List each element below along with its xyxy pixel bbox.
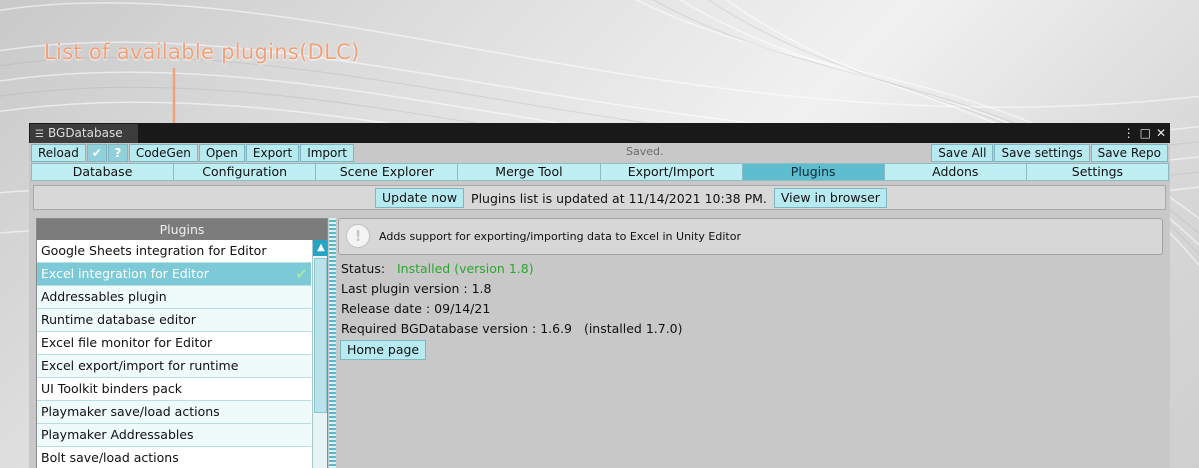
plugin-name: Excel integration for Editor xyxy=(41,266,209,281)
tab-merge-tool[interactable]: Merge Tool xyxy=(457,163,601,181)
plugin-description: Adds support for exporting/importing dat… xyxy=(379,230,741,243)
plugins-scrollbar[interactable]: ▲ xyxy=(312,240,327,468)
annotation-label: List of available plugins(DLC) xyxy=(44,40,360,64)
info-icon: ! xyxy=(346,224,370,248)
tab-plugins[interactable]: Plugins xyxy=(741,163,885,181)
menu-icon[interactable]: ⋮ xyxy=(1123,126,1135,140)
scrollbar-thumb[interactable] xyxy=(314,258,327,413)
plugin-details: ! Adds support for exporting/importing d… xyxy=(336,216,1166,468)
required-version: Required BGDatabase version : 1.6.9 xyxy=(341,321,573,336)
list-item[interactable]: Bolt save/load actions xyxy=(37,447,311,468)
list-item-selected[interactable]: Excel integration for Editor ✔ xyxy=(37,263,311,286)
list-item[interactable]: Excel file monitor for Editor xyxy=(37,332,311,355)
last-plugin-version: Last plugin version : 1.8 xyxy=(341,281,492,296)
plugins-list: Plugins Google Sheets integration for Ed… xyxy=(36,218,328,468)
scroll-up-icon[interactable]: ▲ xyxy=(313,240,327,256)
list-item[interactable]: Excel export/import for runtime xyxy=(37,355,311,378)
tab-settings[interactable]: Settings xyxy=(1025,163,1169,181)
export-button[interactable]: Export xyxy=(245,144,300,162)
required-version-line: Required BGDatabase version : 1.6.9 (ins… xyxy=(341,321,683,336)
main-tabs: Database Configuration Scene Explorer Me… xyxy=(31,163,1169,181)
save-repo-button[interactable]: Save Repo xyxy=(1090,144,1168,162)
list-item[interactable]: Playmaker save/load actions xyxy=(37,401,311,424)
title-bar: ☰ BGDatabase ⋮ □ ✕ xyxy=(29,123,1170,143)
list-item[interactable]: Addressables plugin xyxy=(37,286,311,309)
plugin-name: Excel export/import for runtime xyxy=(41,358,239,373)
maximize-icon[interactable]: □ xyxy=(1140,126,1151,140)
window-tab-title: BGDatabase xyxy=(48,126,123,140)
plugin-name: Addressables plugin xyxy=(41,289,167,304)
plugin-name: Excel file monitor for Editor xyxy=(41,335,213,350)
list-item[interactable]: Runtime database editor xyxy=(37,309,311,332)
codegen-button[interactable]: CodeGen xyxy=(128,144,198,162)
open-button[interactable]: Open xyxy=(198,144,245,162)
plugin-description-box: ! Adds support for exporting/importing d… xyxy=(338,218,1163,255)
plugins-list-header: Plugins xyxy=(37,219,327,240)
bgdatabase-window: ☰ BGDatabase ⋮ □ ✕ Reload ✔ ? CodeGen Ope… xyxy=(29,123,1170,468)
save-all-button[interactable]: Save All xyxy=(931,144,994,162)
status-label: Status: xyxy=(341,261,386,276)
home-page-button[interactable]: Home page xyxy=(340,340,427,360)
plugin-name: Playmaker Addressables xyxy=(41,427,194,442)
tab-configuration[interactable]: Configuration xyxy=(173,163,317,181)
tab-addons[interactable]: Addons xyxy=(883,163,1027,181)
plugin-name: Google Sheets integration for Editor xyxy=(41,243,267,258)
tab-database[interactable]: Database xyxy=(31,163,175,181)
plugin-name: Bolt save/load actions xyxy=(41,450,179,465)
panel-splitter[interactable] xyxy=(329,218,336,468)
checkmark-icon[interactable]: ✔ xyxy=(86,144,107,162)
release-date: Release date : 09/14/21 xyxy=(341,301,491,316)
status-value: Installed (version 1.8) xyxy=(396,261,534,276)
reload-button[interactable]: Reload xyxy=(31,144,86,162)
list-item[interactable]: Google Sheets integration for Editor xyxy=(37,240,311,263)
plugin-name: Runtime database editor xyxy=(41,312,196,327)
tab-export-import[interactable]: Export/Import xyxy=(599,163,743,181)
plugin-name: UI Toolkit binders pack xyxy=(41,381,182,396)
import-button[interactable]: Import xyxy=(300,144,355,162)
update-now-button[interactable]: Update now xyxy=(375,188,465,208)
view-in-browser-button[interactable]: View in browser xyxy=(773,188,887,208)
tab-scene-explorer[interactable]: Scene Explorer xyxy=(315,163,459,181)
close-icon[interactable]: ✕ xyxy=(1156,126,1166,140)
plugin-name: Playmaker save/load actions xyxy=(41,404,220,419)
toolbar: Reload ✔ ? CodeGen Open Export Import Sa… xyxy=(31,144,1168,163)
list-item[interactable]: Playmaker Addressables xyxy=(37,424,311,447)
save-settings-button[interactable]: Save settings xyxy=(994,144,1090,162)
status-line: Status: Installed (version 1.8) xyxy=(341,261,534,276)
update-message: Plugins list is updated at 11/14/2021 10… xyxy=(471,190,767,206)
list-item[interactable]: UI Toolkit binders pack xyxy=(37,378,311,401)
installed-version: (installed 1.7.0) xyxy=(583,321,683,336)
installed-check-icon: ✔ xyxy=(295,265,308,283)
window-tab-icon: ☰ xyxy=(35,129,44,140)
window-tab[interactable]: ☰ BGDatabase xyxy=(30,124,138,143)
update-bar: Update now Plugins list is updated at 11… xyxy=(33,185,1166,210)
help-icon[interactable]: ? xyxy=(107,144,128,162)
save-status: Saved. xyxy=(626,145,664,158)
